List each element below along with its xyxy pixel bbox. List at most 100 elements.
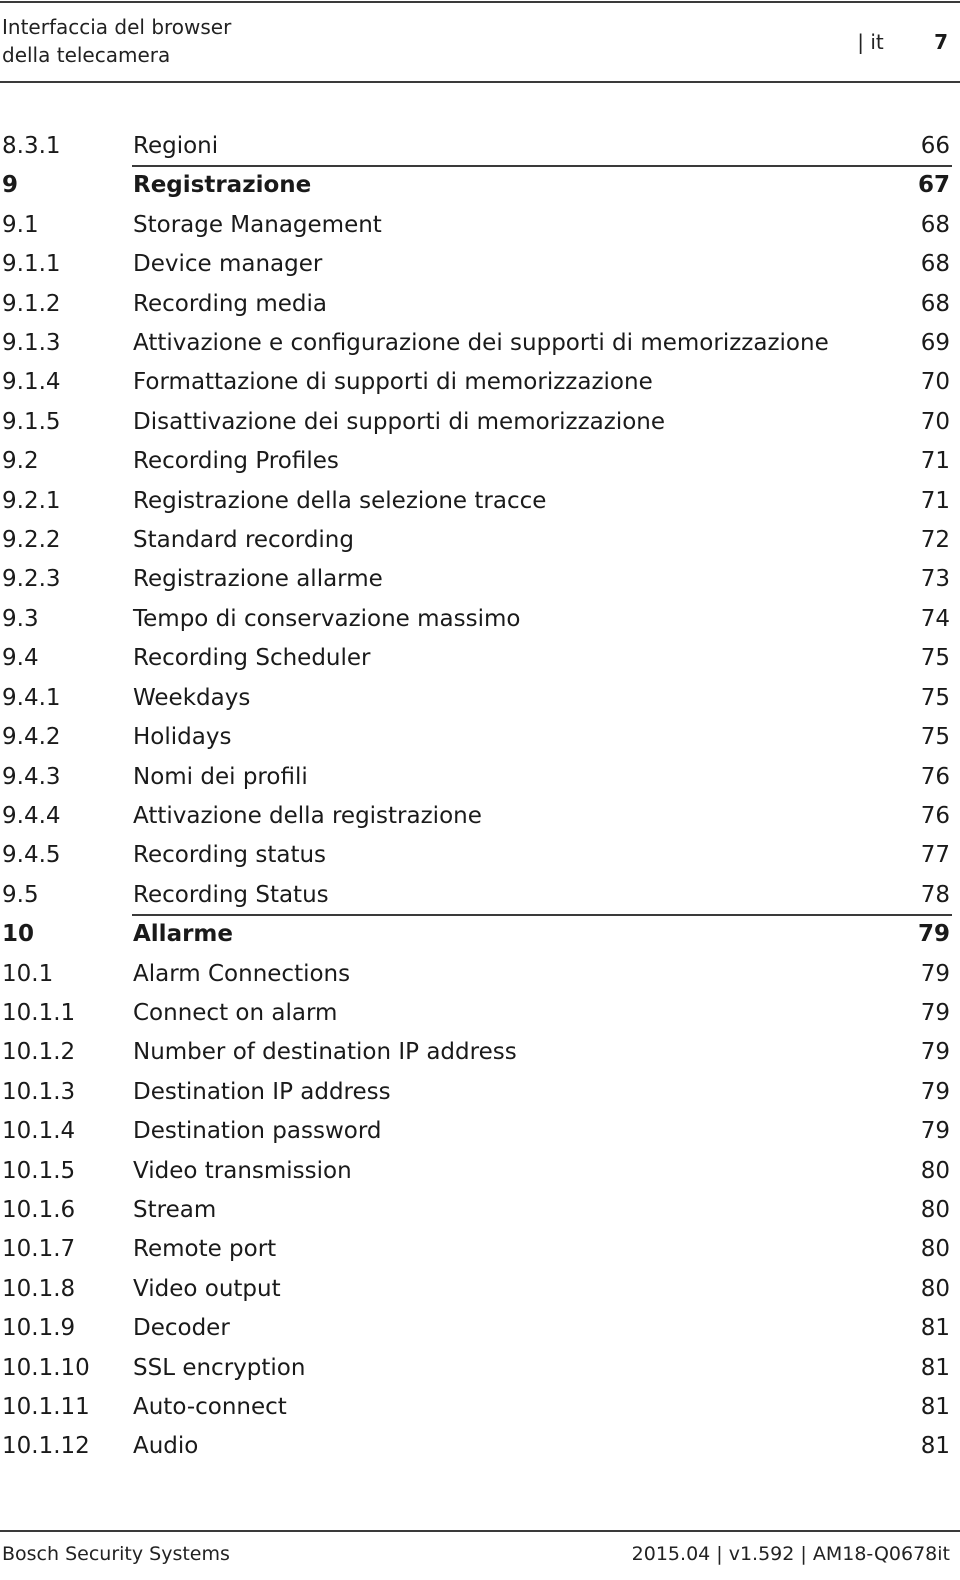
toc-entry-title[interactable]: Tempo di conservazione massimo: [133, 600, 892, 639]
toc-entry[interactable]: 9.1.4 Formattazione di supporti di memori…: [0, 363, 952, 402]
toc-entry[interactable]: 10.1.8 Video output 80: [0, 1270, 952, 1309]
toc-entry[interactable]: 9.1.2 Recording media 68: [0, 285, 952, 324]
toc-entry-title[interactable]: Weekdays: [133, 679, 892, 718]
toc-entry-title[interactable]: Recording Profiles: [133, 442, 892, 481]
toc-entry[interactable]: 9.1 Storage Management 68: [0, 206, 952, 245]
toc-entry-number: 9.4.3: [2, 763, 61, 790]
toc-entry[interactable]: 10.1.12 Audio 81: [0, 1427, 952, 1466]
toc-entry-page: 72: [920, 527, 950, 554]
toc-entry-number: 10.1.5: [2, 1157, 76, 1184]
toc-entry-title[interactable]: Regioni: [133, 127, 892, 166]
toc-entry[interactable]: 10.1.3 Destination IP address 79: [0, 1073, 952, 1112]
toc-entry[interactable]: 9.4.1 Weekdays 75: [0, 679, 952, 718]
toc-entry[interactable]: 10.1.5 Video transmission 80: [0, 1152, 952, 1191]
toc-entry-title[interactable]: Audio: [133, 1427, 892, 1466]
toc-entry-page: 68: [920, 211, 950, 238]
toc-entry-title[interactable]: Recording media: [133, 285, 892, 324]
toc-entry-number: 10.1.12: [2, 1433, 90, 1460]
toc-entry-title[interactable]: SSL encryption: [133, 1349, 892, 1388]
toc-entry-number: 10.1.10: [2, 1354, 90, 1381]
toc-entry[interactable]: 10.1.9 Decoder 81: [0, 1309, 952, 1348]
toc-entry-number: 10.1.2: [2, 1039, 76, 1066]
toc-entry-number: 9.1.3: [2, 330, 61, 357]
toc-entry[interactable]: 9.4.5 Recording status 77: [0, 836, 952, 875]
toc-entry[interactable]: 10.1.6 Stream 80: [0, 1191, 952, 1230]
toc-entry-title[interactable]: Storage Management: [133, 206, 892, 245]
toc-entry[interactable]: 9.2 Recording Profiles 71: [0, 442, 952, 481]
toc-entry[interactable]: 9.4.2 Holidays 75: [0, 718, 952, 757]
toc-entry-title[interactable]: Alarm Connections: [133, 955, 892, 994]
toc-entry-number: 9.1.2: [2, 290, 61, 317]
toc-entry[interactable]: 10.1.11 Auto-connect 81: [0, 1388, 952, 1427]
toc-entry[interactable]: 10.1 Alarm Connections 79: [0, 955, 952, 994]
toc-entry-page: 79: [917, 921, 950, 948]
toc-entry-page: 70: [920, 369, 950, 396]
toc-entry[interactable]: 10.1.4 Destination password 79: [0, 1112, 952, 1151]
toc-entry-number: 9.5: [2, 881, 39, 908]
toc-entry[interactable]: 8.3.1 Regioni 66: [0, 127, 952, 166]
toc-entry-number: 10.1.9: [2, 1315, 76, 1342]
toc-entry-title[interactable]: Stream: [133, 1191, 892, 1230]
toc-entry-title[interactable]: Device manager: [133, 245, 892, 284]
toc-entry[interactable]: 9.4.3 Nomi dei profili 76: [0, 758, 952, 797]
toc-entry-title[interactable]: Allarme: [133, 915, 892, 954]
toc-entry[interactable]: 9.4 Recording Scheduler 75: [0, 639, 952, 678]
toc-entry-number: 9.1.1: [2, 251, 61, 278]
toc-entry-number: 9.4.5: [2, 842, 61, 869]
toc-entry[interactable]: 9.2.3 Registrazione allarme 73: [0, 560, 952, 599]
toc-entry-title[interactable]: Nomi dei profili: [133, 758, 892, 797]
toc-entry[interactable]: 9.1.5 Disattivazione dei supporti di memo…: [0, 403, 952, 442]
toc-entry-title[interactable]: Decoder: [133, 1309, 892, 1348]
toc-entry-title[interactable]: Recording Scheduler: [133, 639, 892, 678]
toc-entry-title[interactable]: Recording status: [133, 836, 892, 875]
toc-entry-page: 75: [920, 724, 950, 751]
toc-entry[interactable]: 9.5 Recording Status 78: [0, 876, 952, 915]
toc-entry-number: 9.1.5: [2, 408, 61, 435]
toc-entry-page: 81: [920, 1433, 950, 1460]
toc-entry[interactable]: 9.2.1 Registrazione della selezione tracc…: [0, 482, 952, 521]
toc-entry-page: 79: [920, 1039, 950, 1066]
toc-entry-title[interactable]: Number of destination IP address: [133, 1033, 892, 1072]
toc-entry-title[interactable]: Destination password: [133, 1112, 892, 1151]
toc-entry-title[interactable]: Auto-connect: [133, 1388, 892, 1427]
toc-entry-number: 9.2.2: [2, 527, 61, 554]
toc-entry-number: 9.4: [2, 645, 39, 672]
toc-entry-page: 79: [920, 960, 950, 987]
toc-entry-title[interactable]: Attivazione della registrazione: [133, 797, 892, 836]
toc-entry[interactable]: 9.4.4 Attivazione della registrazione 76: [0, 797, 952, 836]
toc-chapter-entry[interactable]: 9 Registrazione 67: [0, 165, 952, 205]
toc-entry[interactable]: 9.3 Tempo di conservazione massimo 74: [0, 600, 952, 639]
toc-chapter-entry[interactable]: 10 Allarme 79: [0, 914, 952, 954]
toc-entry-number: 9.2.1: [2, 487, 61, 514]
toc-entry-page: 79: [920, 1118, 950, 1145]
toc-entry-page: 78: [920, 881, 950, 908]
toc-entry-page: 79: [920, 999, 950, 1026]
toc-entry-title[interactable]: Attivazione e configurazione dei support…: [133, 324, 892, 363]
toc-entry-title[interactable]: Registrazione: [133, 166, 892, 205]
toc-entry-page: 80: [920, 1196, 950, 1223]
toc-entry-title[interactable]: Standard recording: [133, 521, 892, 560]
toc-entry-title[interactable]: Video output: [133, 1270, 892, 1309]
toc-entry-title[interactable]: Connect on alarm: [133, 994, 892, 1033]
language-tag: | it: [857, 30, 884, 54]
toc-entry-number: 10.1.1: [2, 999, 76, 1026]
toc-entry[interactable]: 10.1.1 Connect on alarm 79: [0, 994, 952, 1033]
toc-entry-title[interactable]: Destination IP address: [133, 1073, 892, 1112]
toc-entry[interactable]: 10.1.10 SSL encryption 81: [0, 1349, 952, 1388]
toc-entry-title[interactable]: Recording Status: [133, 876, 892, 915]
toc-entry-title[interactable]: Registrazione della selezione tracce: [133, 482, 892, 521]
toc-entry[interactable]: 9.1.1 Device manager 68: [0, 245, 952, 284]
toc-entry-title[interactable]: Video transmission: [133, 1152, 892, 1191]
table-of-contents: 8.3.1 Regioni 66 9 Registrazione 67 9.1 Storage…: [0, 127, 952, 1467]
toc-entry-title[interactable]: Disattivazione dei supporti di memorizza…: [133, 403, 892, 442]
running-header-title: Interfaccia del browser della telecamera: [2, 15, 232, 67]
toc-entry[interactable]: 9.1.3 Attivazione e configurazione dei su…: [0, 324, 952, 363]
toc-entry[interactable]: 10.1.2 Number of destination IP address 79: [0, 1033, 952, 1072]
toc-entry-title[interactable]: Formattazione di supporti di memorizzazi…: [133, 363, 892, 402]
toc-entry-number: 9.4.2: [2, 724, 61, 751]
toc-entry-title[interactable]: Holidays: [133, 718, 892, 757]
toc-entry-title[interactable]: Registrazione allarme: [133, 560, 892, 599]
toc-entry[interactable]: 10.1.7 Remote port 80: [0, 1230, 952, 1269]
toc-entry-title[interactable]: Remote port: [133, 1230, 892, 1269]
toc-entry[interactable]: 9.2.2 Standard recording 72: [0, 521, 952, 560]
